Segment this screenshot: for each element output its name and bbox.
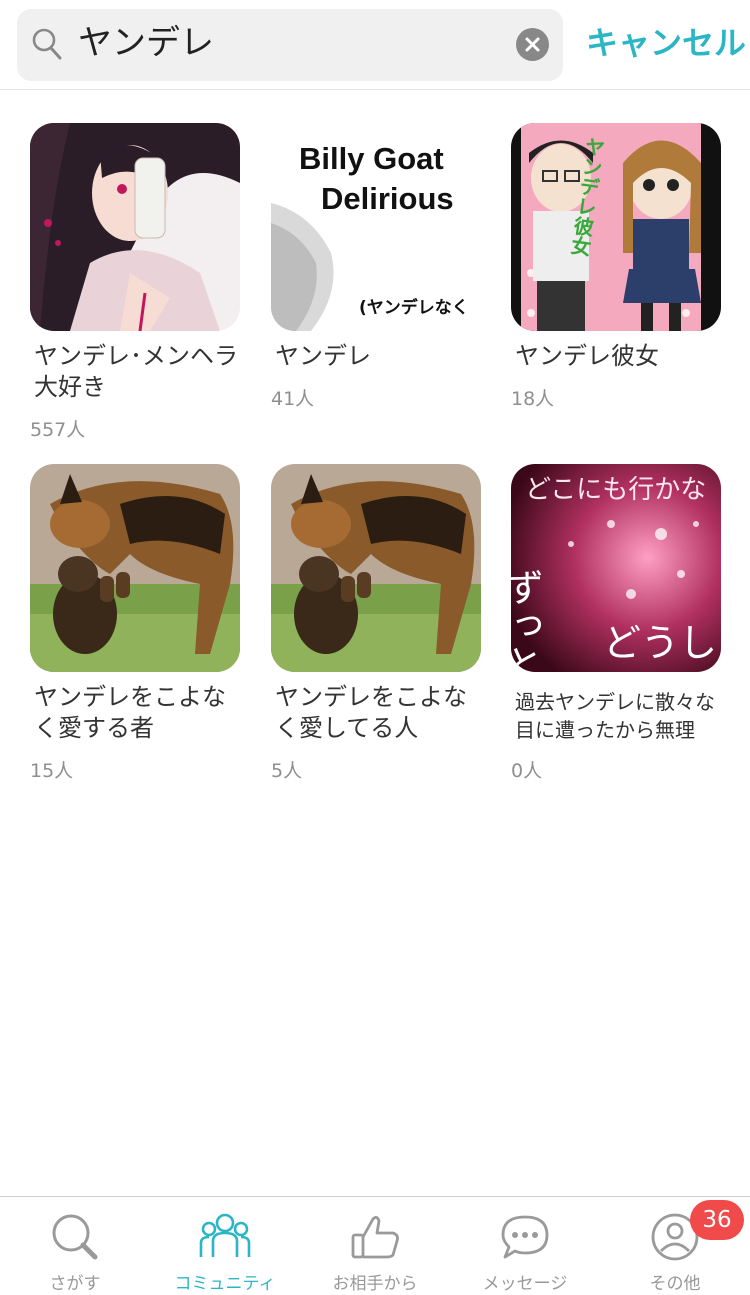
tab-search[interactable]: さがす — [0, 1197, 150, 1295]
member-count: 0人 — [511, 760, 543, 782]
community-title: ヤンデレをこよなく愛する者 — [34, 683, 226, 742]
community-thumbnail: どこにも行かな ずっとそば どうし — [511, 464, 721, 672]
thumbs-up-icon — [351, 1216, 399, 1259]
search-icon — [32, 28, 62, 60]
thumb-text-line: どうし — [603, 621, 717, 665]
community-title: ヤンデレ彼女 — [515, 342, 659, 370]
thumb-text-line: (ヤンデレなく — [359, 297, 469, 318]
thumb-text-line: Delirious — [321, 181, 454, 216]
community-thumbnail — [30, 123, 240, 331]
community-icon — [199, 1213, 251, 1257]
community-title: ヤンデレをこよなく愛してる人 — [275, 683, 467, 742]
member-count: 15人 — [30, 760, 74, 782]
tab-label: さがす — [49, 1274, 101, 1294]
tab-label: メッセージ — [482, 1274, 568, 1294]
tab-likes[interactable]: お相手から — [300, 1197, 450, 1295]
bottom-tab-bar: さがす コミュニティ お相手から メッセージ その他 — [0, 1196, 750, 1295]
tab-label: その他 — [649, 1274, 701, 1294]
community-thumbnail: Billy Goat Delirious (ヤンデレなく — [271, 123, 481, 331]
tab-label: お相手から — [332, 1274, 418, 1294]
community-title: 過去ヤンデレに散々な目に遭ったから無理 — [515, 690, 715, 742]
community-thumbnail: ヤンデレ彼女 — [511, 123, 721, 331]
search-icon — [52, 1214, 98, 1260]
community-thumbnail — [30, 464, 240, 672]
search-header: ヤンデレ キャンセル — [0, 0, 750, 90]
member-count: 557人 — [30, 419, 86, 441]
thumb-text-line: ずっとそば — [511, 568, 543, 672]
community-title: ヤンデレ — [275, 342, 371, 370]
tab-messages[interactable]: メッセージ — [450, 1197, 600, 1295]
close-icon — [525, 37, 540, 52]
tab-community[interactable]: コミュニティ — [150, 1197, 300, 1295]
tab-label: コミュニティ — [174, 1274, 276, 1294]
thumb-text-line: Billy Goat — [299, 141, 444, 176]
search-field[interactable]: ヤンデレ — [17, 9, 563, 81]
chat-bubble-icon — [501, 1215, 549, 1259]
search-input[interactable]: ヤンデレ — [78, 18, 214, 68]
thumb-text-line: どこにも行かな — [525, 475, 706, 505]
member-count: 41人 — [271, 388, 315, 410]
community-thumbnail — [271, 464, 481, 672]
clear-search-button[interactable] — [516, 28, 549, 61]
member-count: 18人 — [511, 388, 555, 410]
cancel-button[interactable]: キャンセル — [586, 18, 746, 68]
community-title: ヤンデレ･メンヘラ大好き — [34, 342, 238, 401]
notification-badge: 36 — [690, 1200, 744, 1240]
member-count: 5人 — [271, 760, 303, 782]
